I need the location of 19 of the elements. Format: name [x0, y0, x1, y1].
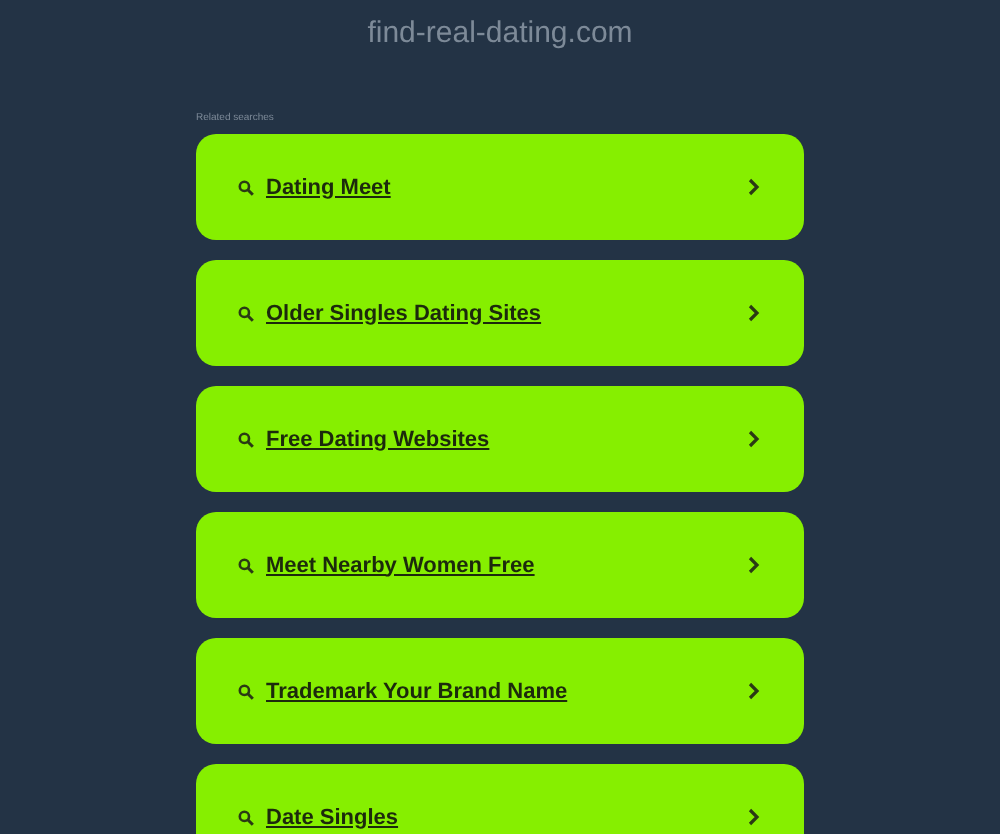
- search-link-card[interactable]: Free Dating Websites: [196, 386, 804, 492]
- search-icon: [238, 305, 254, 321]
- search-icon: [238, 683, 254, 699]
- search-link-card[interactable]: Meet Nearby Women Free: [196, 512, 804, 618]
- chevron-icon: [748, 682, 760, 700]
- search-icon: [238, 179, 254, 195]
- search-icon: [238, 809, 254, 825]
- chevron-icon: [748, 178, 760, 196]
- domain-title: find-real-dating.com: [367, 16, 633, 52]
- chevron-icon: [748, 808, 760, 826]
- chevron-icon: [748, 556, 760, 574]
- search-icon: [238, 557, 254, 573]
- search-icon: [238, 431, 254, 447]
- chevron-icon: [748, 304, 760, 322]
- search-link-card[interactable]: Older Singles Dating Sites: [196, 260, 804, 366]
- search-link-card[interactable]: Dating Meet: [196, 134, 804, 240]
- search-link-card[interactable]: Date Singles: [196, 764, 804, 834]
- search-link-card[interactable]: Trademark Your Brand Name: [196, 638, 804, 744]
- chevron-icon: [748, 430, 760, 448]
